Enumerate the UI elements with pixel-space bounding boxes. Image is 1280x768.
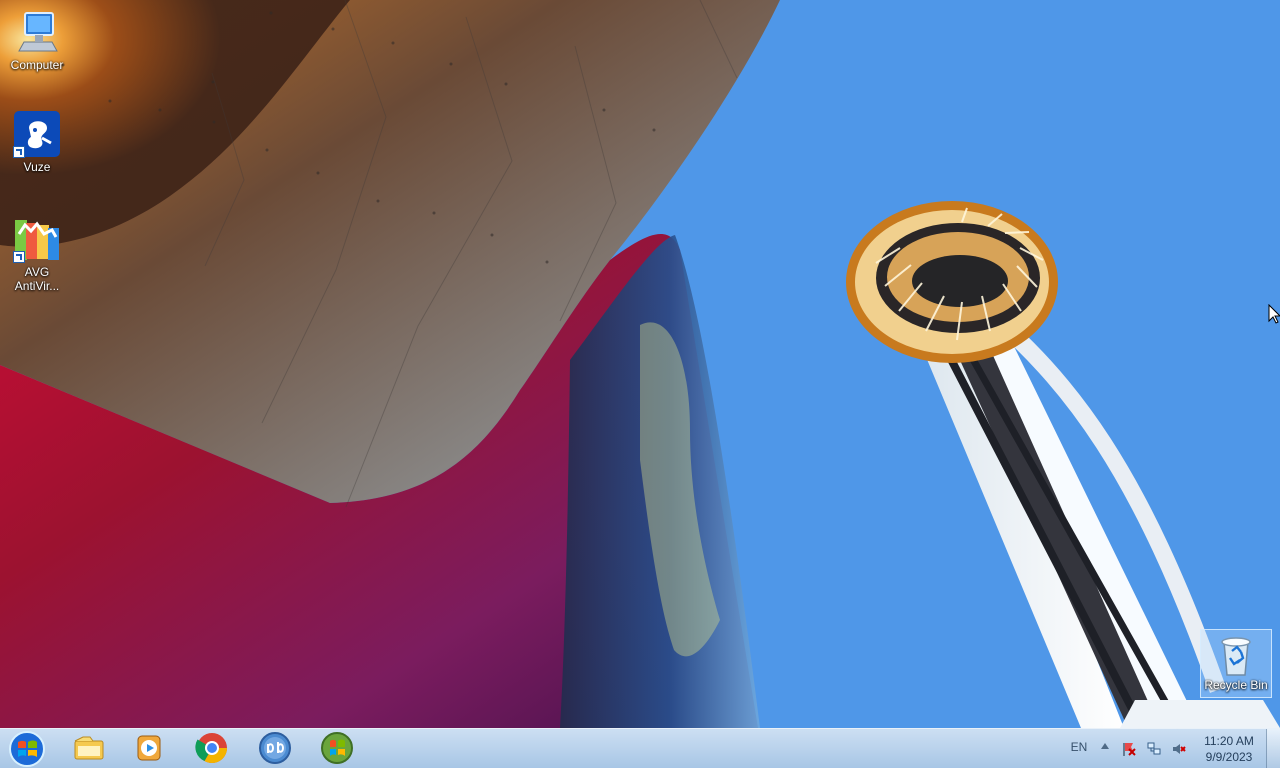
taskbar-windows-explorer-button[interactable] xyxy=(70,731,108,765)
taskbar-game-explorer-button[interactable] xyxy=(318,731,356,765)
taskbar-google-chrome-button[interactable] xyxy=(193,731,231,765)
shortcut-arrow-icon xyxy=(13,146,25,158)
desktop-icon-computer[interactable]: Computer xyxy=(0,8,74,72)
desktop-icon-label: Vuze xyxy=(23,160,51,174)
desktop-icon-avg-antivirus[interactable]: AVG AntiVir... xyxy=(0,215,74,293)
qbittorrent-icon xyxy=(259,732,291,764)
system-clock[interactable]: 11:20 AM 9/9/2023 xyxy=(1194,733,1264,765)
mouse-pointer-icon xyxy=(1268,304,1280,324)
start-button[interactable] xyxy=(4,730,50,768)
desktop-icon-label: AVG AntiVir... xyxy=(14,265,60,293)
windows-start-icon xyxy=(9,731,45,767)
taskbar-windows-media-player-button[interactable] xyxy=(130,731,168,765)
action-center-alert-icon[interactable] xyxy=(1121,741,1137,757)
desktop-icon-vuze[interactable]: Vuze xyxy=(0,110,74,174)
windows-explorer-icon xyxy=(74,736,104,760)
show-hidden-icons-icon[interactable] xyxy=(1101,743,1109,749)
desktop-icon-recycle-bin[interactable]: Recycle Bin xyxy=(1200,629,1272,698)
avg-antivirus-icon xyxy=(13,215,61,263)
network-icon[interactable] xyxy=(1146,741,1162,757)
volume-muted-icon[interactable] xyxy=(1171,741,1187,757)
windows-desktop: Computer Vuze AVG AntiVir... Recycle Bin… xyxy=(0,0,1280,768)
desktop-icon-label: Computer xyxy=(10,58,64,72)
windows-media-player-icon xyxy=(137,735,161,761)
recycle-bin-label: Recycle Bin xyxy=(1204,678,1268,692)
show-desktop-button[interactable] xyxy=(1266,729,1280,768)
clock-time: 11:20 AM xyxy=(1204,734,1254,748)
taskbar: EN 11:20 AM 9/9/2023 xyxy=(0,728,1280,768)
language-indicator[interactable]: EN xyxy=(1069,740,1089,754)
shortcut-arrow-icon xyxy=(13,251,25,263)
google-chrome-icon xyxy=(195,733,227,764)
desktop-wallpaper xyxy=(0,0,1280,768)
clock-date: 9/9/2023 xyxy=(1205,750,1253,764)
taskbar-qbittorrent-button[interactable] xyxy=(256,731,294,765)
game-explorer-icon xyxy=(321,732,353,764)
computer-icon xyxy=(13,8,61,56)
recycle-bin-icon xyxy=(1216,634,1256,678)
vuze-icon xyxy=(13,110,61,158)
